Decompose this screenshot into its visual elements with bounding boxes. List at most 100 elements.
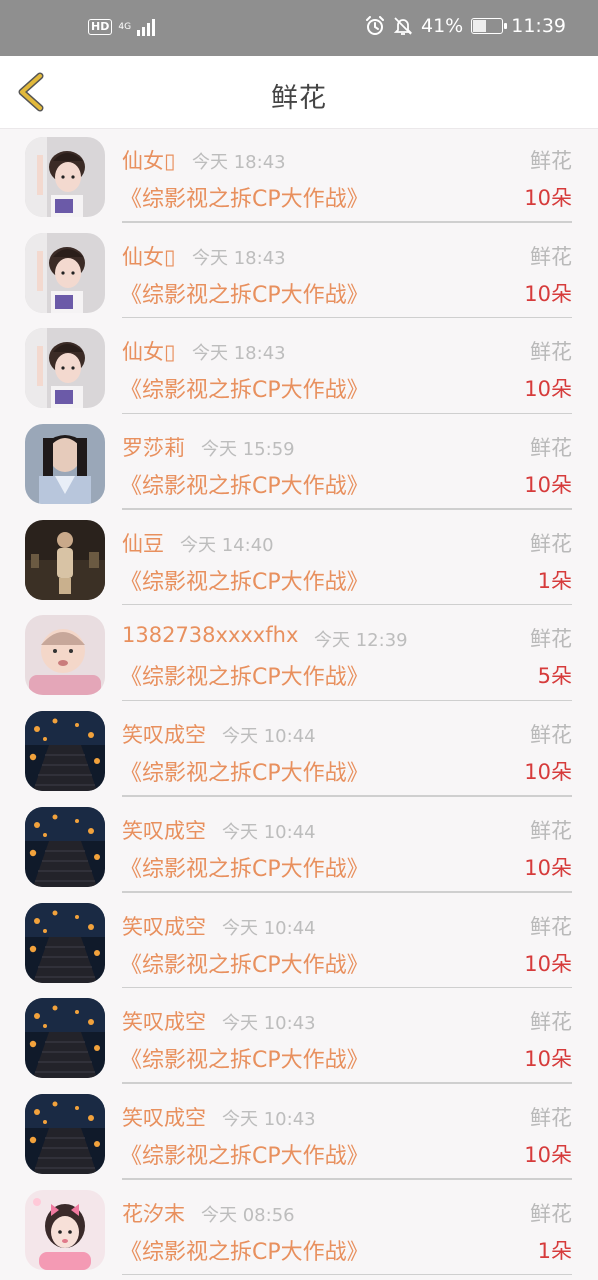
list-item[interactable]: 花汐末 今天 08:56 鲜花 《综影视之拆CP大作战》 1朵	[0, 1182, 598, 1278]
user-name[interactable]: 花汐末	[122, 1198, 185, 1228]
clock: 11:39	[511, 15, 566, 37]
avatar[interactable]	[25, 806, 105, 887]
avatar[interactable]	[25, 328, 105, 409]
nav-bar: 鲜花	[0, 56, 598, 129]
avatar[interactable]	[25, 1093, 105, 1174]
divider	[122, 603, 572, 606]
timestamp: 今天 10:44	[222, 917, 316, 939]
divider	[122, 1082, 572, 1084]
gift-quantity: 5朵	[537, 664, 572, 689]
book-title[interactable]: 《综影视之拆CP大作战》	[120, 468, 369, 500]
page-title: 鲜花	[271, 83, 327, 114]
list-item[interactable]: 笑叹成空 今天 10:44 鲜花《综影视之拆CP大作战》 10朵	[0, 799, 598, 895]
book-title[interactable]: 《综影视之拆CP大作战》	[120, 1234, 369, 1266]
timestamp: 今天 10:44	[222, 726, 316, 748]
list-item[interactable]: 笑叹成空 今天 10:43 鲜花 《综影视之拆CP大作战》 10朵	[0, 990, 598, 1086]
gift-type: 鲜花	[530, 244, 572, 269]
user-name[interactable]: 仙豆	[122, 528, 164, 558]
network-type: 4G	[118, 21, 132, 32]
list-item[interactable]: 笑叹成空 今天 10:44 鲜花 《综影视之拆CP大作战》 10朵	[0, 895, 598, 991]
divider	[122, 508, 572, 510]
avatar[interactable]	[25, 615, 105, 696]
list-item[interactable]: 仙女▯ 今天 18:43 鲜花 《综影视之拆CP大作战》 10朵	[0, 129, 598, 225]
gift-quantity: 10朵	[524, 1142, 572, 1167]
gift-record-list: 仙女▯ 今天 18:43 鲜花 《综影视之拆CP大作战》 10朵 仙女▯ 今天 18:43 鲜…	[0, 129, 598, 1277]
user-name[interactable]: 笑叹成空	[122, 815, 206, 845]
timestamp: 今天 14:40	[180, 534, 274, 556]
timestamp: 今天 15:59	[201, 439, 295, 461]
book-title[interactable]: 《综影视之拆CP大作战》	[120, 1042, 369, 1074]
alarm-icon	[366, 16, 384, 35]
timestamp: 今天 10:44	[222, 821, 316, 843]
gift-type: 鲜花	[530, 340, 572, 365]
gift-quantity: 10朵	[524, 1047, 572, 1072]
gift-quantity: 1朵	[537, 568, 572, 593]
divider	[122, 699, 572, 702]
list-item[interactable]: 仙女▯ 今天 18:43 鲜花《综影视之拆CP大作战》 10朵	[0, 320, 598, 416]
gift-type: 鲜花	[530, 723, 572, 748]
book-title[interactable]: 《综影视之拆CP大作战》	[120, 755, 369, 787]
user-name[interactable]: 1382738xxxxfhx	[122, 623, 298, 647]
divider	[122, 1178, 572, 1180]
book-title[interactable]: 《综影视之拆CP大作战》	[120, 1138, 369, 1170]
avatar[interactable]	[25, 424, 105, 505]
avatar[interactable]	[25, 1189, 105, 1270]
gift-quantity: 10朵	[524, 473, 572, 498]
divider	[122, 891, 572, 893]
avatar[interactable]	[25, 232, 105, 313]
book-title[interactable]: 《综影视之拆CP大作战》	[120, 947, 369, 979]
gift-quantity: 1朵	[537, 1238, 572, 1263]
list-item[interactable]: 笑叹成空 今天 10:44 鲜花《综影视之拆CP大作战》 10朵	[0, 703, 598, 799]
gift-type: 鲜花	[530, 627, 572, 652]
divider	[122, 1273, 572, 1276]
book-title[interactable]: 《综影视之拆CP大作战》	[120, 564, 369, 596]
user-name[interactable]: 仙女▯	[122, 145, 176, 175]
avatar[interactable]	[25, 998, 105, 1079]
list-item[interactable]: 罗莎莉 今天 15:59 鲜花 《综影视之拆CP大作战》 10朵	[0, 416, 598, 512]
user-name[interactable]: 笑叹成空	[122, 911, 206, 941]
divider	[122, 412, 572, 415]
status-right: 41% 11:39	[365, 15, 566, 37]
divider	[122, 795, 572, 797]
user-name[interactable]: 仙女▯	[122, 241, 176, 271]
gift-type: 鲜花	[530, 1010, 572, 1035]
timestamp: 今天 18:43	[192, 343, 286, 365]
gift-type: 鲜花	[530, 149, 572, 173]
avatar[interactable]	[25, 711, 105, 792]
user-name[interactable]: 笑叹成空	[122, 1006, 206, 1036]
gift-type: 鲜花	[530, 818, 572, 843]
divider	[122, 221, 572, 223]
battery-fill	[473, 20, 486, 32]
status-bar: HD 4G 41% 11:39	[0, 0, 598, 56]
divider	[122, 316, 572, 319]
user-name[interactable]: 笑叹成空	[122, 719, 206, 749]
user-name[interactable]: 笑叹成空	[122, 1102, 206, 1132]
list-item[interactable]: 仙豆 今天 14:40 鲜花 《综影视之拆CP大作战》 1朵	[0, 512, 598, 608]
book-title[interactable]: 《综影视之拆CP大作战》	[120, 851, 369, 883]
list-item[interactable]: 笑叹成空 今天 10:43 鲜花 《综影视之拆CP大作战》 10朵	[0, 1086, 598, 1182]
list-item[interactable]: 1382738xxxxfhx 今天 12:39 鲜花 《综影视之拆CP大作战》 5朵	[0, 607, 598, 703]
gift-type: 鲜花	[530, 1105, 572, 1130]
gift-quantity: 10朵	[524, 760, 572, 785]
gift-quantity: 10朵	[524, 186, 572, 210]
book-title[interactable]: 《综影视之拆CP大作战》	[120, 277, 369, 309]
divider	[122, 986, 572, 989]
gift-quantity: 10朵	[524, 281, 572, 306]
timestamp: 今天 18:43	[192, 247, 286, 269]
avatar[interactable]	[25, 519, 105, 600]
battery-icon	[471, 18, 508, 34]
signal-icon	[137, 19, 156, 36]
user-name[interactable]: 仙女▯	[122, 336, 176, 366]
book-title[interactable]: 《综影视之拆CP大作战》	[120, 659, 369, 691]
gift-type: 鲜花	[530, 914, 572, 939]
list-item[interactable]: 仙女▯ 今天 18:43 鲜花《综影视之拆CP大作战》 10朵	[0, 225, 598, 321]
hd-badge: HD	[88, 19, 113, 35]
gift-quantity: 10朵	[524, 855, 572, 880]
battery-percent: 41%	[421, 15, 464, 37]
book-title[interactable]: 《综影视之拆CP大作战》	[120, 372, 369, 404]
avatar[interactable]	[25, 902, 105, 983]
book-title[interactable]: 《综影视之拆CP大作战》	[120, 181, 369, 213]
user-name[interactable]: 罗莎莉	[122, 432, 185, 462]
avatar[interactable]	[25, 137, 105, 217]
gift-quantity: 10朵	[524, 377, 572, 402]
